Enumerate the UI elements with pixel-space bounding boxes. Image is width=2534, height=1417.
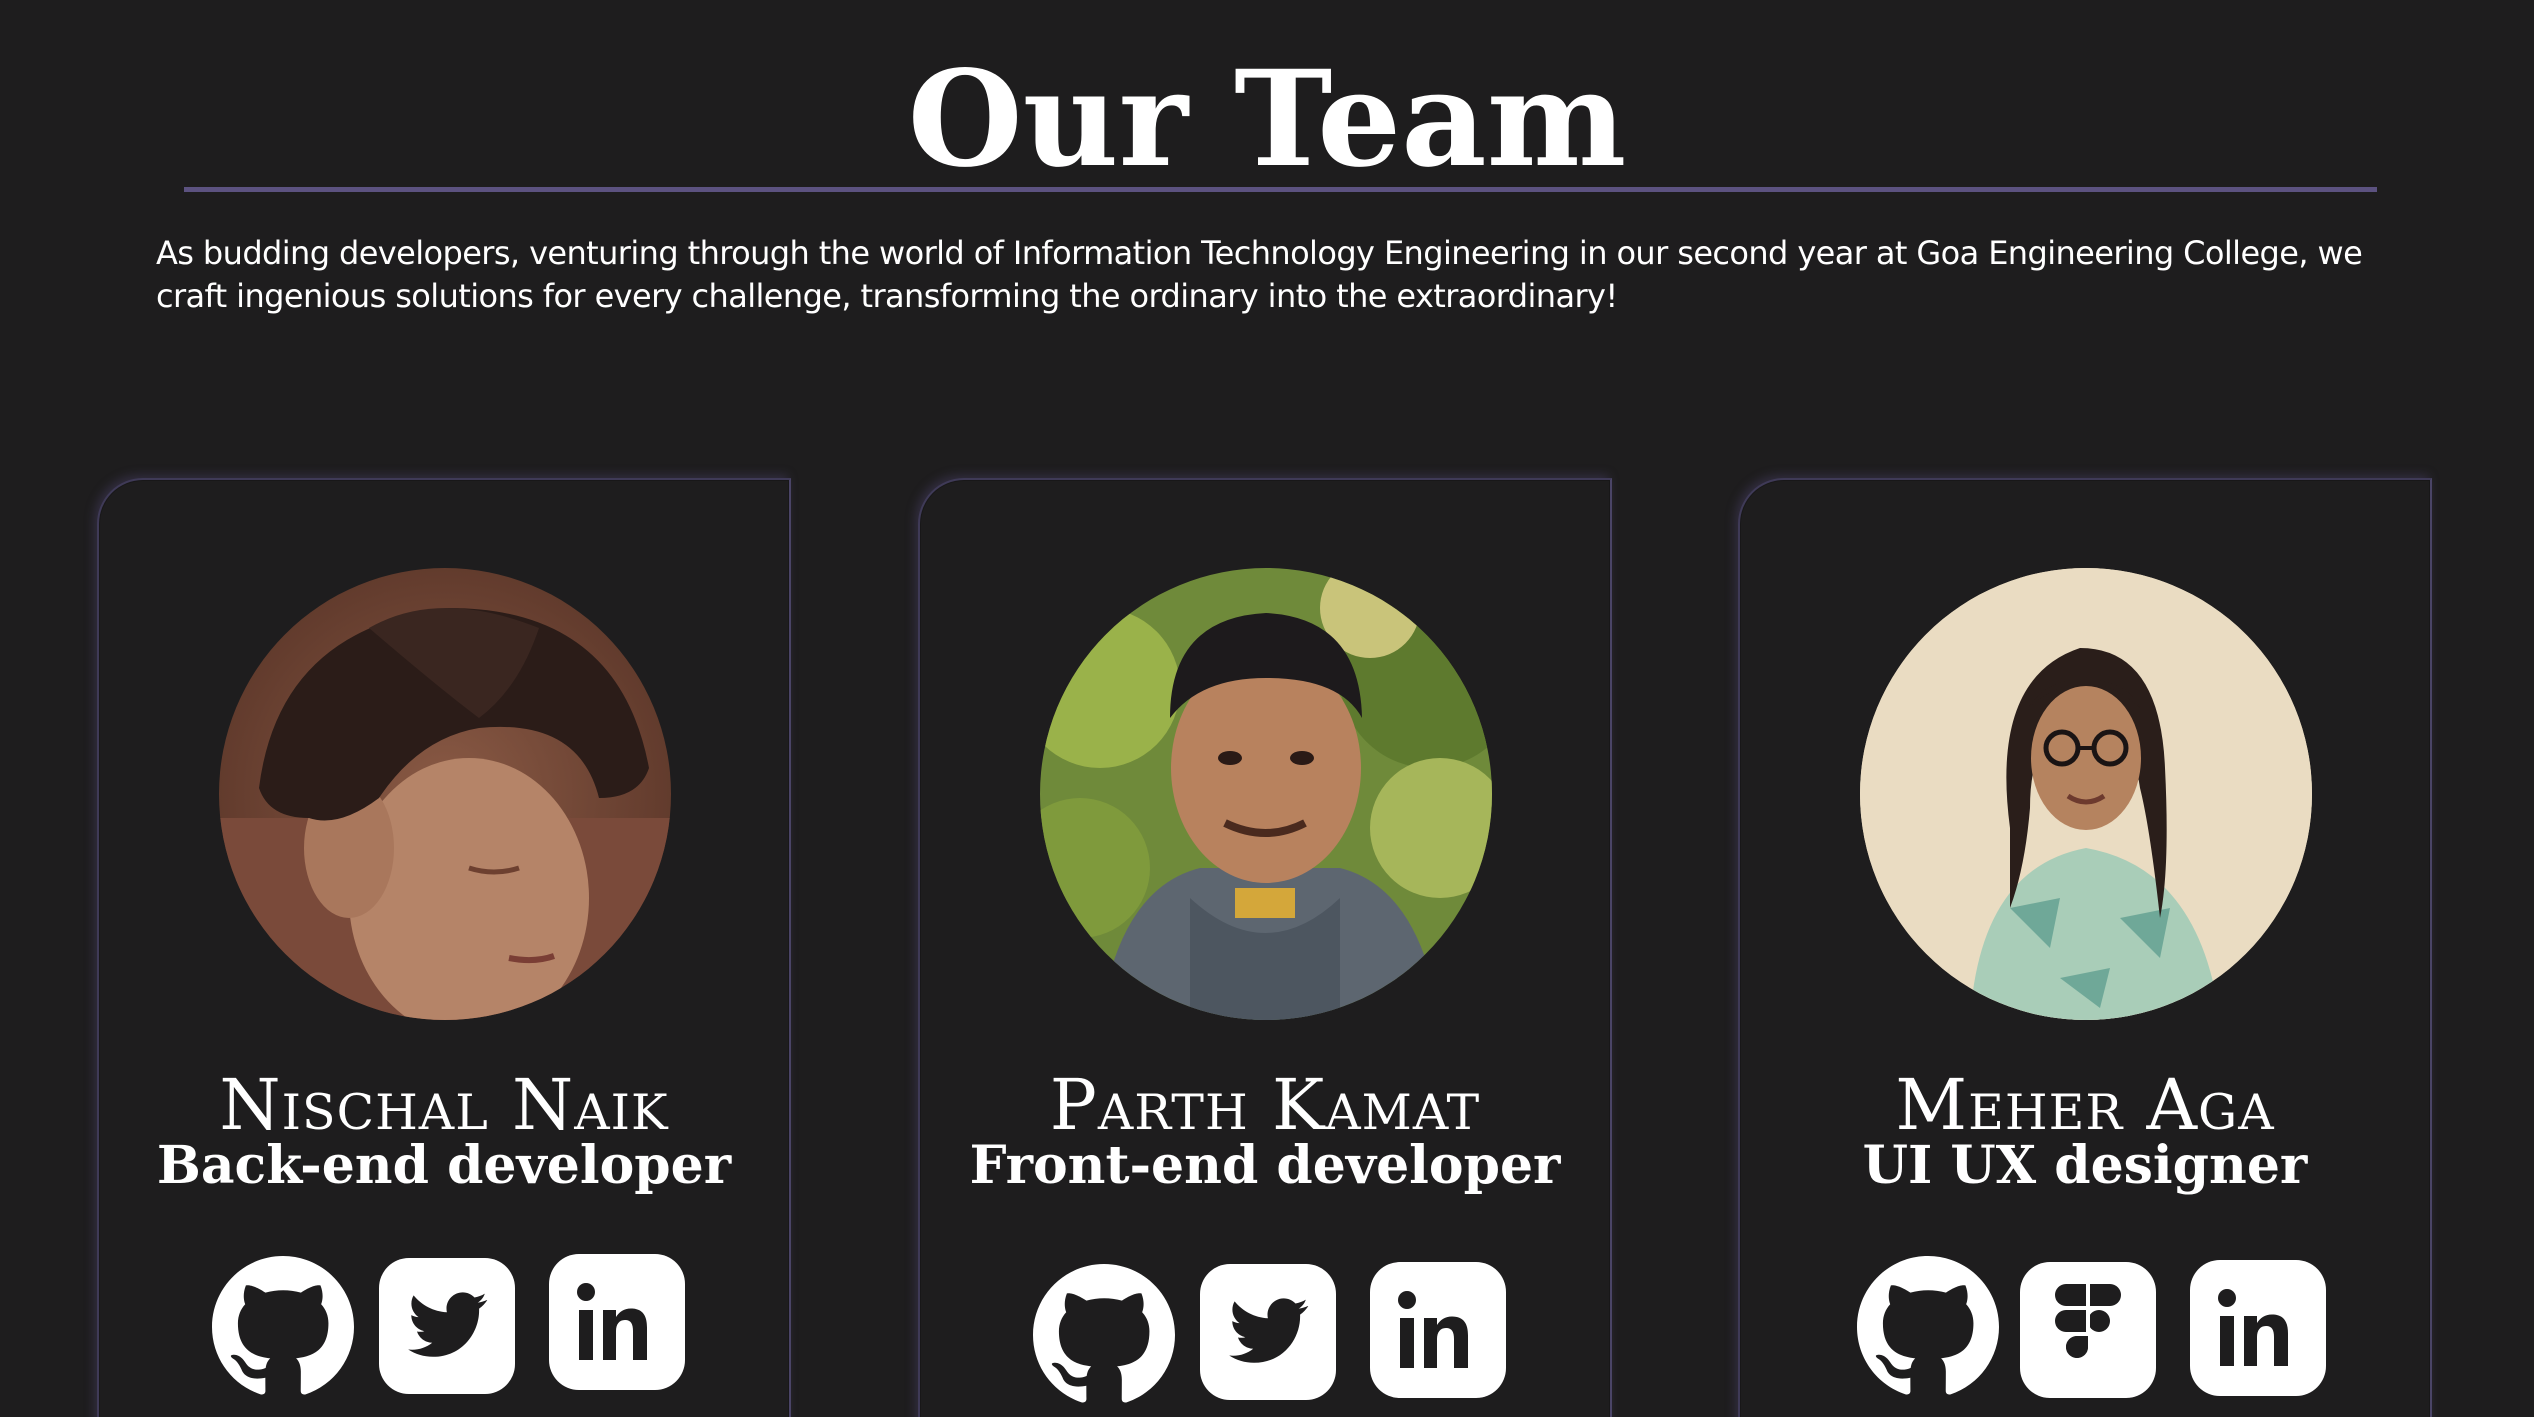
intro-paragraph: As budding developers, venturing through… xyxy=(156,234,2363,315)
github-icon[interactable] xyxy=(1857,1256,1999,1403)
member-photo-parth xyxy=(1040,568,1492,1020)
twitter-icon[interactable] xyxy=(379,1258,515,1399)
twitter-icon[interactable] xyxy=(1200,1264,1336,1405)
github-icon[interactable] xyxy=(212,1256,354,1403)
linkedin-icon[interactable] xyxy=(549,1254,685,1395)
linkedin-icon[interactable] xyxy=(2190,1260,2326,1401)
member-role: UI UX designer xyxy=(1862,1135,2308,1196)
title-divider xyxy=(184,187,2377,192)
linkedin-icon[interactable] xyxy=(1370,1262,1506,1403)
member-role: Front-end developer xyxy=(969,1135,1561,1196)
member-name: Nischal Naik xyxy=(219,1064,669,1146)
team-card-nischal: Nischal Naik Back-end developer xyxy=(97,478,791,1417)
team-card-parth: Parth Kamat Front-end developer xyxy=(918,478,1612,1417)
github-icon[interactable] xyxy=(1033,1264,1175,1411)
member-name: Parth Kamat xyxy=(1049,1064,1481,1146)
social-links xyxy=(99,1254,789,1406)
social-links xyxy=(920,1256,1610,1406)
member-photo-nischal xyxy=(219,568,671,1020)
page-title: Our Team xyxy=(907,42,1627,197)
social-links xyxy=(1740,1256,2430,1406)
member-name: Meher Aga xyxy=(1895,1064,2275,1146)
figma-icon[interactable] xyxy=(2020,1262,2156,1403)
team-card-meher: Meher Aga UI UX designer xyxy=(1738,478,2432,1417)
member-photo-meher xyxy=(1860,568,2312,1020)
member-role: Back-end developer xyxy=(156,1135,732,1196)
